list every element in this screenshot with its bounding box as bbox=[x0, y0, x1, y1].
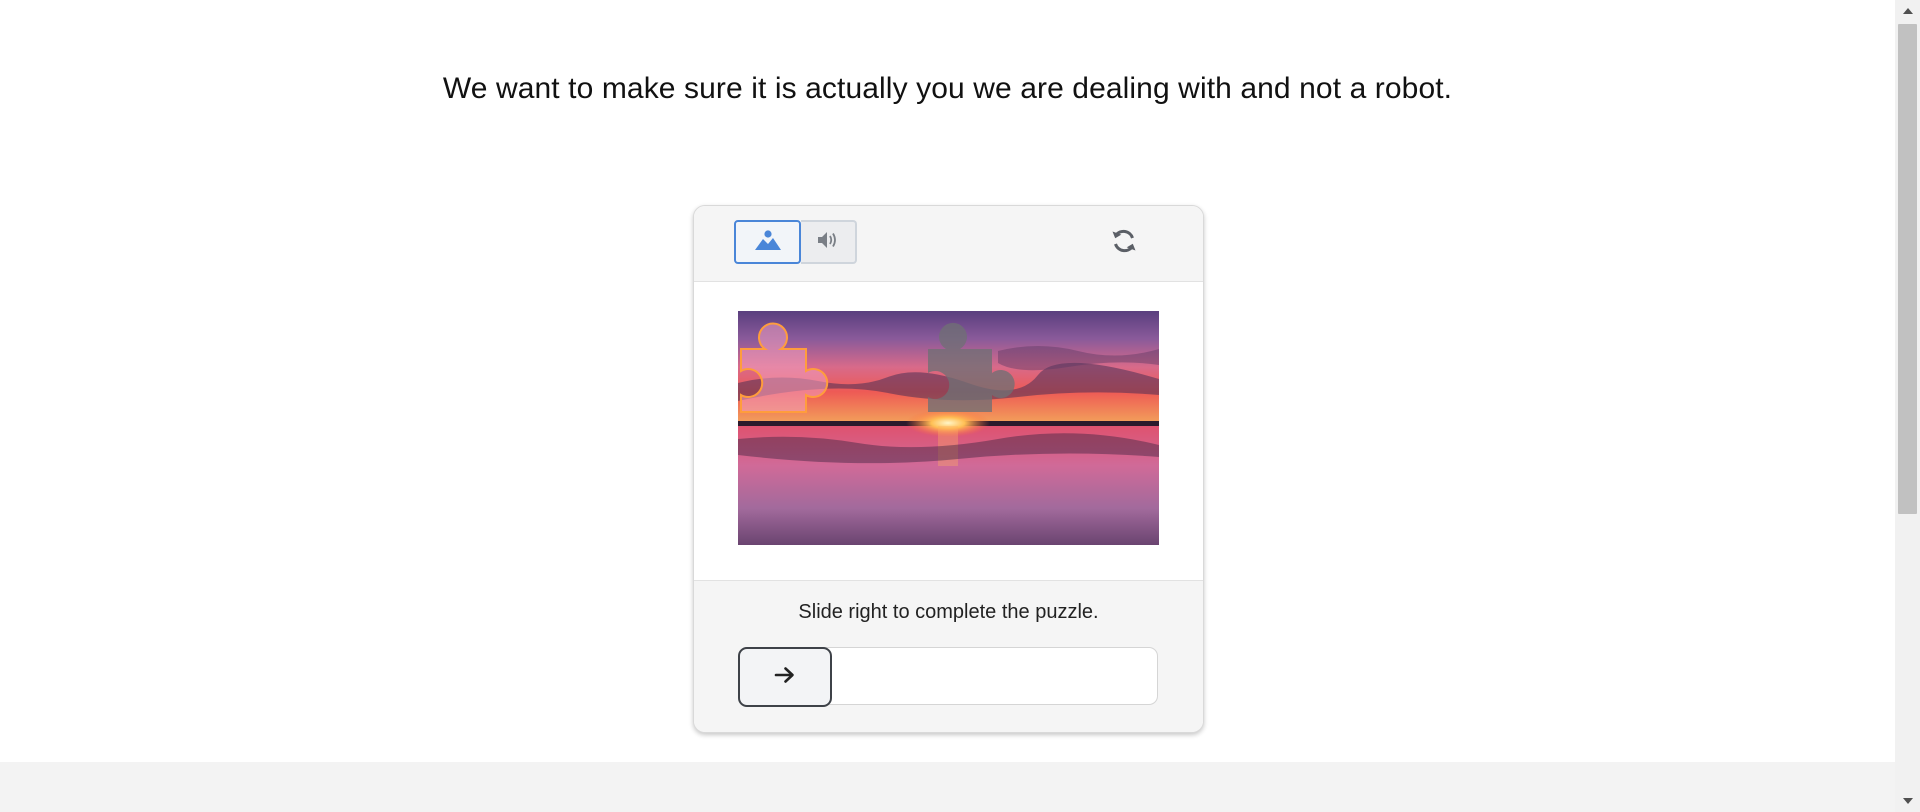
triangle-up-icon bbox=[1902, 2, 1913, 20]
triangle-down-icon bbox=[1902, 792, 1913, 810]
page-headline: We want to make sure it is actually you … bbox=[442, 72, 1453, 105]
image-icon bbox=[754, 229, 782, 256]
refresh-icon bbox=[1109, 226, 1139, 261]
page: We want to make sure it is actually you … bbox=[0, 0, 1895, 812]
arrow-right-icon bbox=[773, 665, 797, 690]
scrollbar-thumb[interactable] bbox=[1898, 24, 1917, 514]
audio-mode-button[interactable] bbox=[801, 220, 857, 264]
slider-handle[interactable] bbox=[738, 647, 832, 707]
captcha-widget: Slide right to complete the puzzle. bbox=[693, 205, 1204, 733]
vertical-scrollbar[interactable] bbox=[1895, 0, 1920, 812]
puzzle-background bbox=[738, 311, 1159, 545]
captcha-footer: Slide right to complete the puzzle. bbox=[694, 580, 1203, 732]
captcha-mode-switch bbox=[734, 220, 857, 264]
puzzle-image bbox=[738, 311, 1159, 545]
image-mode-button[interactable] bbox=[734, 220, 801, 264]
speaker-icon bbox=[816, 229, 840, 256]
refresh-button[interactable] bbox=[1108, 227, 1140, 259]
scroll-down-button[interactable] bbox=[1895, 790, 1920, 812]
scroll-up-button[interactable] bbox=[1895, 0, 1920, 22]
captcha-toolbar bbox=[694, 206, 1203, 282]
slider-instruction: Slide right to complete the puzzle. bbox=[798, 601, 1099, 623]
footer bbox=[0, 762, 1895, 812]
